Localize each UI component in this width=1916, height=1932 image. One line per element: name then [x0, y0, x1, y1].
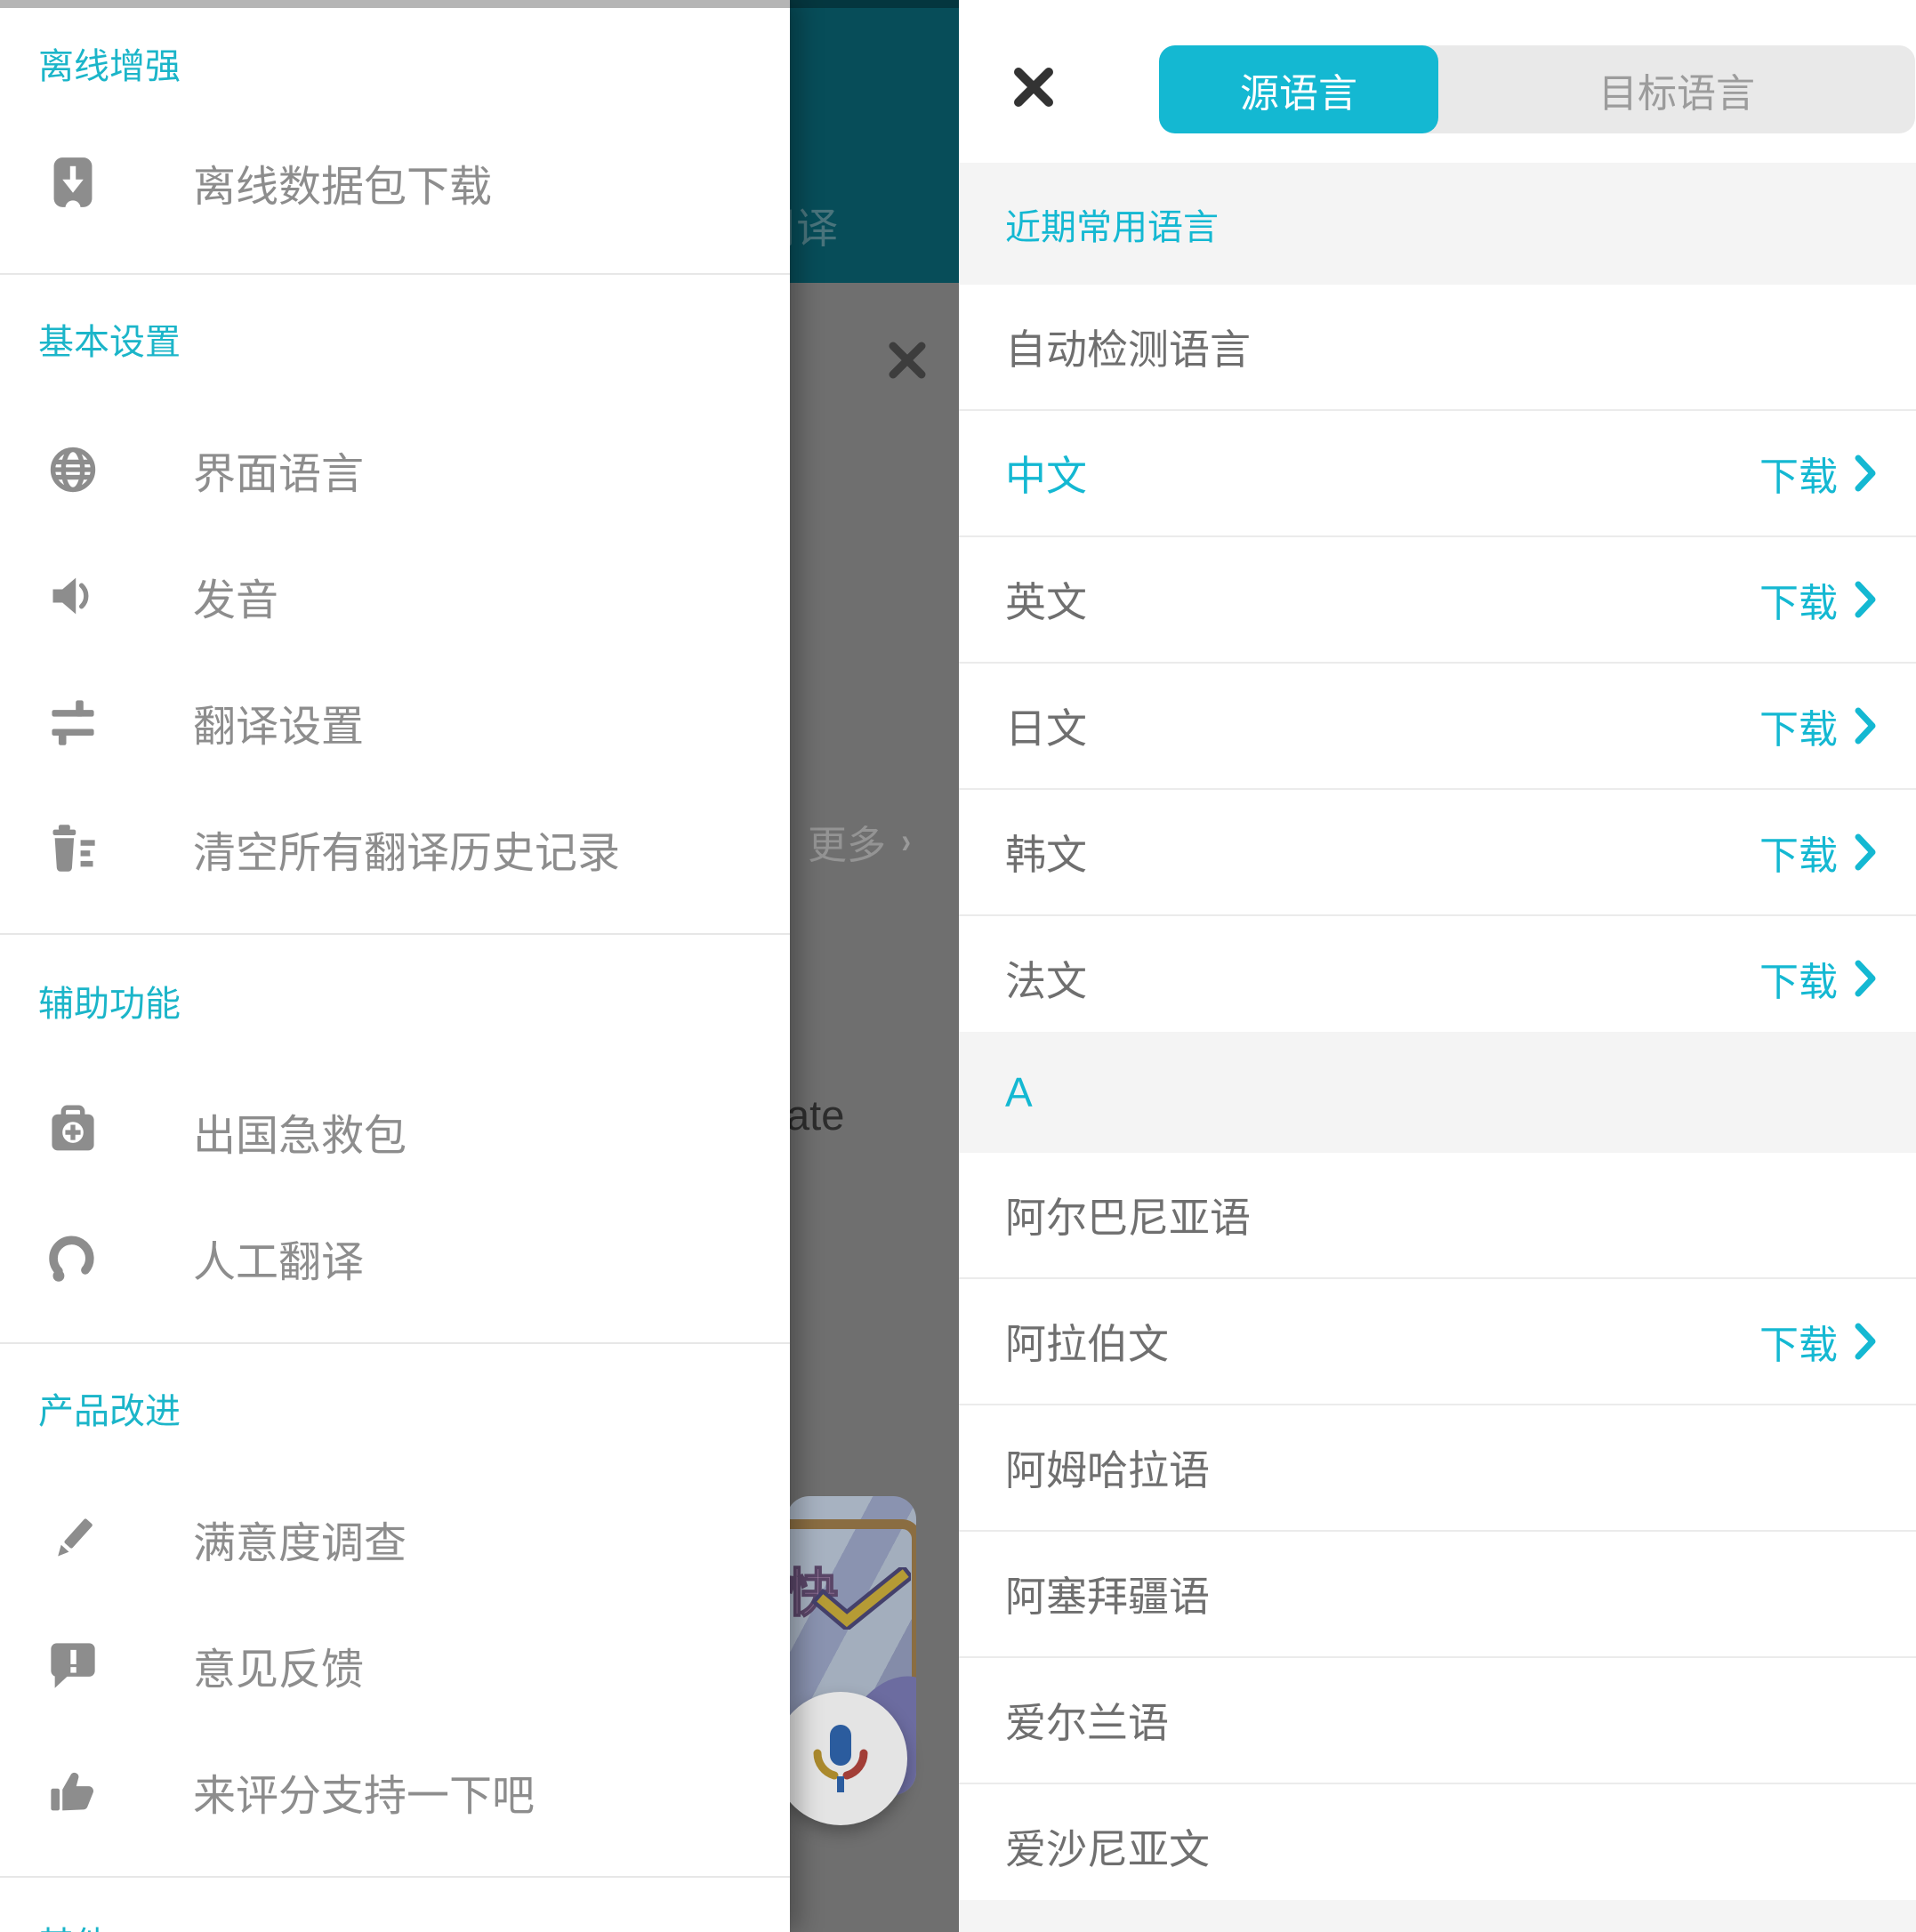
- recent-language-rows: 自动检测语言 中文 下载 英文 下载 日文 下载: [959, 285, 1916, 1041]
- download-link[interactable]: 下载: [1759, 664, 1877, 788]
- menu-item-human-translation[interactable]: 人工翻译: [0, 1195, 790, 1321]
- language-row-korean[interactable]: 韩文 下载: [959, 788, 1916, 914]
- divider: [0, 1342, 790, 1344]
- menu-item-emergency-kit[interactable]: 出国急救包: [0, 1068, 790, 1195]
- download-link[interactable]: 下载: [1759, 790, 1877, 914]
- divider: [0, 1876, 790, 1878]
- first-aid-kit-icon: [46, 1105, 100, 1158]
- menu-item-offline-packages[interactable]: 离线数据包下载: [0, 119, 790, 246]
- trash-clear-icon: [46, 822, 100, 875]
- partial-background-text: ate: [786, 1091, 844, 1139]
- voice-input-button[interactable]: [774, 1692, 907, 1825]
- more-link[interactable]: 更多 ›: [808, 813, 912, 870]
- menu-item-feedback[interactable]: 意见反馈: [0, 1602, 790, 1728]
- google-mic-icon: [796, 1714, 885, 1803]
- letter-a-language-rows: 阿尔巴尼亚语 阿拉伯文 下载 阿姆哈拉语 阿塞拜疆语 爱尔兰语 爱沙尼亚文: [959, 1153, 1916, 1909]
- more-label: 更多: [808, 813, 886, 870]
- menu-item-label: 翻译设置: [193, 691, 364, 753]
- tab-label: 源语言: [1240, 61, 1357, 118]
- checkmark-icon: [811, 1567, 911, 1630]
- section-header-other-partial: 其他: [38, 1916, 109, 1932]
- menu-item-label: 出国急救包: [193, 1100, 407, 1163]
- chevron-right-icon: [1854, 453, 1877, 494]
- download-to-phone-icon: [46, 156, 100, 209]
- menu-item-label: 满意度调查: [193, 1508, 407, 1570]
- section-header-next-partial: [959, 1900, 1916, 1932]
- sliders-icon: [46, 696, 100, 749]
- tab-source-language[interactable]: 源语言: [1159, 45, 1438, 133]
- chevron-right-icon: ›: [901, 822, 911, 862]
- menu-item-interface-language[interactable]: 界面语言: [0, 407, 790, 533]
- menu-item-satisfaction-survey[interactable]: 满意度调查: [0, 1476, 790, 1602]
- settings-drawer: 离线增强 离线数据包下载 基本设置 界面: [0, 0, 790, 1932]
- language-row-english[interactable]: 英文 下载: [959, 535, 1916, 662]
- menu-item-label: 人工翻译: [193, 1227, 364, 1289]
- chevron-right-icon: [1854, 832, 1877, 873]
- language-row-arabic[interactable]: 阿拉伯文 下载: [959, 1277, 1916, 1404]
- language-row-azerbaijani[interactable]: 阿塞拜疆语: [959, 1530, 1916, 1656]
- section-header-assist: 辅助功能: [38, 975, 181, 1026]
- menu-item-pronunciation[interactable]: 发音: [0, 533, 790, 659]
- section-header-letter-a: A: [959, 1032, 1916, 1153]
- menu-item-label: 发音: [193, 565, 278, 627]
- language-row-japanese[interactable]: 日文 下载: [959, 662, 1916, 788]
- chevron-right-icon: [1854, 705, 1877, 746]
- menu-item-translation-settings[interactable]: 翻译设置: [0, 659, 790, 785]
- download-link[interactable]: 下载: [1759, 1279, 1877, 1404]
- status-bar: [0, 0, 959, 8]
- language-row-amharic[interactable]: 阿姆哈拉语: [959, 1404, 1916, 1530]
- download-link[interactable]: 下载: [1759, 537, 1877, 662]
- globe-icon: [46, 443, 100, 496]
- language-row-estonian[interactable]: 爱沙尼亚文: [959, 1783, 1916, 1909]
- language-row-albanian[interactable]: 阿尔巴尼亚语: [959, 1153, 1916, 1277]
- download-link[interactable]: 下载: [1759, 916, 1877, 1041]
- menu-item-label: 清空所有翻译历史记录: [193, 817, 620, 880]
- download-link[interactable]: 下载: [1759, 411, 1877, 535]
- divider: [0, 933, 790, 935]
- thumb-up-icon: [46, 1765, 100, 1818]
- pencil-icon: [46, 1512, 100, 1566]
- close-icon[interactable]: [1014, 68, 1053, 107]
- screenshot-root: 翻译 更多 › ate 快: [0, 0, 1916, 1932]
- feedback-bubble-icon: [46, 1638, 100, 1692]
- section-header-recent: 近期常用语言: [959, 163, 1916, 285]
- menu-item-label: 离线数据包下载: [193, 151, 492, 213]
- chevron-right-icon: [1854, 958, 1877, 999]
- chevron-right-icon: [1854, 579, 1877, 620]
- menu-item-rate-app[interactable]: 来评分支持一下吧: [0, 1728, 790, 1855]
- menu-item-label: 界面语言: [193, 439, 364, 501]
- section-header-improve: 产品改进: [38, 1382, 181, 1434]
- section-header-basic: 基本设置: [38, 313, 181, 365]
- menu-item-label: 来评分支持一下吧: [193, 1760, 535, 1823]
- section-header-offline: 离线增强: [38, 37, 181, 89]
- language-row-irish[interactable]: 爱尔兰语: [959, 1656, 1916, 1783]
- speaker-icon: [46, 569, 100, 623]
- background-close-icon: [888, 341, 927, 380]
- headset-icon: [46, 1231, 100, 1284]
- tab-label: 目标语言: [1438, 61, 1915, 118]
- language-row-auto-detect[interactable]: 自动检测语言: [959, 285, 1916, 409]
- language-row-french[interactable]: 法文 下载: [959, 914, 1916, 1041]
- language-panel: 目标语言 源语言 近期常用语言 自动检测语言 中文 下载 英文: [959, 0, 1916, 1932]
- divider: [0, 273, 790, 275]
- menu-item-clear-history[interactable]: 清空所有翻译历史记录: [0, 785, 790, 912]
- language-row-chinese[interactable]: 中文 下载: [959, 409, 1916, 535]
- menu-item-label: 意见反馈: [193, 1634, 364, 1696]
- chevron-right-icon: [1854, 1321, 1877, 1362]
- language-tab-group: 目标语言 源语言: [1159, 45, 1915, 133]
